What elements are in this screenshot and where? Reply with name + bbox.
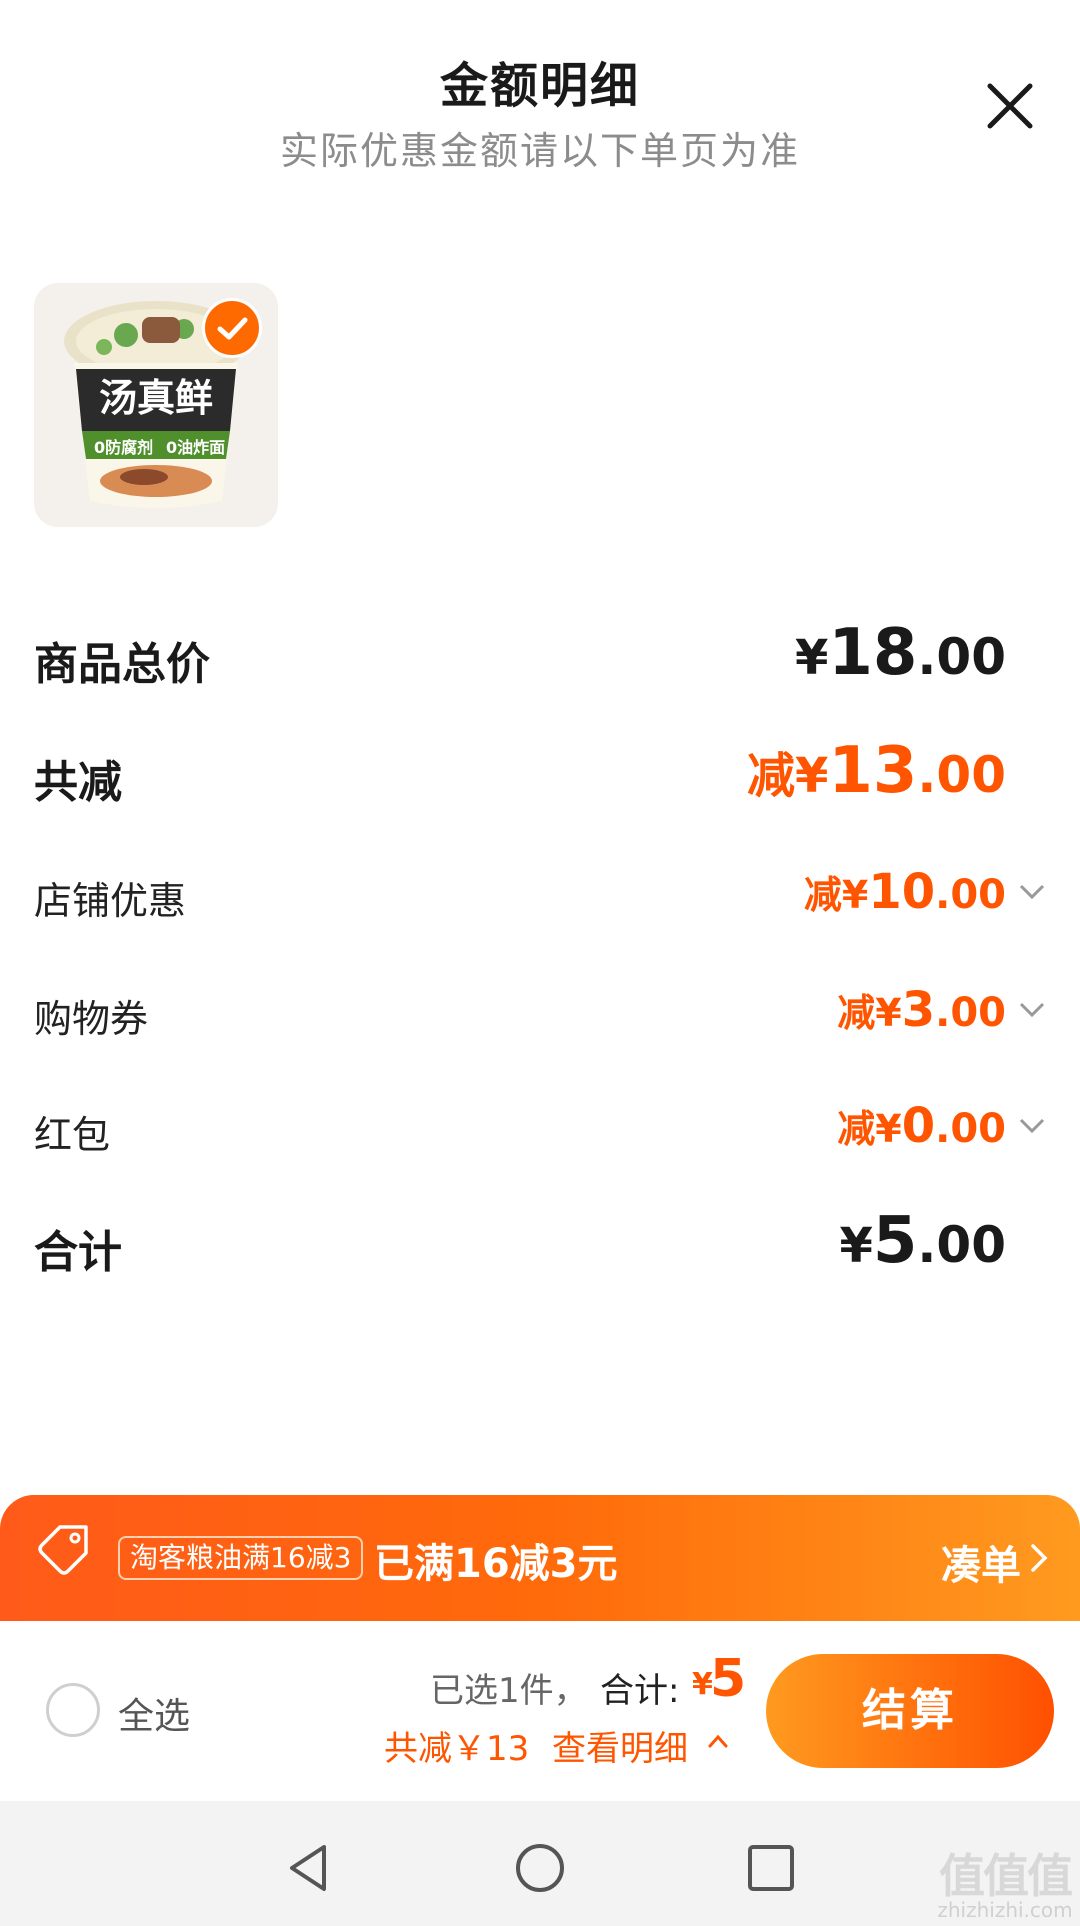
chevron-up-icon[interactable]: [707, 1733, 729, 1749]
chevron-down-icon[interactable]: [1018, 882, 1046, 902]
sum-yen: ¥: [839, 1218, 873, 1274]
product-image-sub-left: 0防腐剂: [94, 438, 153, 457]
add-items-link[interactable]: 凑单: [941, 1533, 1021, 1591]
total-dec: .00: [917, 628, 1006, 686]
watermark-url: zhizhizhi.com: [937, 1898, 1073, 1922]
discount-prefix: 减¥: [746, 748, 829, 804]
watermark-logo: 值值值: [939, 1849, 1073, 1903]
footer-saved-amount[interactable]: 共减￥13: [384, 1721, 529, 1770]
sum-dec: .00: [917, 1216, 1006, 1274]
shopping-coupon-label: 购物券: [34, 997, 149, 1041]
product-image-sub-right: 0油炸面: [166, 438, 225, 457]
back-icon[interactable]: [282, 1841, 336, 1895]
home-icon[interactable]: [513, 1841, 567, 1895]
footer-sum-label: 合计:: [600, 1671, 680, 1711]
view-details-link[interactable]: 查看明细: [552, 1721, 688, 1770]
chevron-down-icon[interactable]: [1018, 1116, 1046, 1136]
promo-badge: 淘客粮油满16减3: [118, 1536, 364, 1580]
selected-count: 已选1件，: [430, 1671, 588, 1711]
coupon-int: 3: [901, 982, 936, 1038]
chevron-right-icon[interactable]: [1030, 1543, 1048, 1573]
close-icon[interactable]: [984, 80, 1036, 132]
row-total-discount: 共减 减¥13.00: [34, 734, 1046, 826]
red-packet-prefix: 减¥: [837, 1107, 902, 1151]
discount-dec: .00: [917, 746, 1006, 804]
total-yen: ¥: [794, 630, 829, 686]
store-discount-int: 10: [868, 864, 936, 920]
sum-value: ¥5.00: [839, 1204, 1006, 1278]
discount-int: 13: [828, 734, 918, 808]
product-image-label: 汤真鲜: [99, 376, 213, 420]
sum-int: 5: [872, 1204, 918, 1278]
red-packet-dec: .00: [935, 1106, 1006, 1152]
select-all-label[interactable]: 全选: [118, 1687, 190, 1739]
recents-icon[interactable]: [744, 1841, 798, 1895]
tag-icon: [38, 1525, 88, 1575]
sheet-subtitle: 实际优惠金额请以下单页为准: [279, 129, 800, 173]
checkout-button[interactable]: 结算: [766, 1654, 1054, 1768]
promo-bar: 淘客粮油满16减3 已满16减3元 凑单: [0, 1495, 1080, 1621]
promo-text: 已满16减3元: [374, 1541, 618, 1587]
row-store-discount[interactable]: 店铺优惠 减¥10.00: [34, 864, 1046, 940]
row-total-price: 商品总价 ¥18.00: [34, 616, 1046, 708]
watermark: 值值值 zhizhizhi.com: [930, 1840, 1080, 1922]
shopping-coupon-value: 减¥3.00: [837, 982, 1006, 1038]
total-discount-value: 减¥13.00: [747, 734, 1006, 808]
coupon-dec: .00: [935, 990, 1006, 1036]
checkout-bar: 全选 已选1件， 合计: ¥ 5 共减￥13 查看明细 结算: [0, 1621, 1080, 1801]
red-packet-value: 减¥0.00: [837, 1098, 1006, 1154]
select-all-radio[interactable]: [46, 1683, 100, 1737]
row-shopping-coupon[interactable]: 购物券 减¥3.00: [34, 982, 1046, 1058]
system-nav-bar: [0, 1801, 1080, 1926]
chevron-down-icon[interactable]: [1018, 1000, 1046, 1020]
store-discount-value: 减¥10.00: [804, 864, 1006, 920]
red-packet-int: 0: [901, 1098, 936, 1154]
store-discount-dec: .00: [935, 872, 1006, 918]
sheet-title: 金额明细: [439, 58, 640, 114]
total-int: 18: [828, 616, 918, 690]
row-red-packet[interactable]: 红包 减¥0.00: [34, 1098, 1046, 1174]
coupon-prefix: 减¥: [837, 991, 902, 1035]
total-price-value: ¥18.00: [795, 616, 1006, 690]
sum-label: 合计: [34, 1227, 122, 1278]
total-discount-label: 共减: [34, 757, 122, 808]
store-discount-prefix: 减¥: [803, 873, 869, 917]
footer-sum-value: 5: [710, 1649, 747, 1709]
total-price-label: 商品总价: [34, 639, 210, 690]
row-sum: 合计 ¥5.00: [34, 1204, 1046, 1296]
selected-check-icon[interactable]: [202, 298, 262, 358]
store-discount-label: 店铺优惠: [34, 879, 187, 923]
red-packet-label: 红包: [34, 1113, 111, 1157]
